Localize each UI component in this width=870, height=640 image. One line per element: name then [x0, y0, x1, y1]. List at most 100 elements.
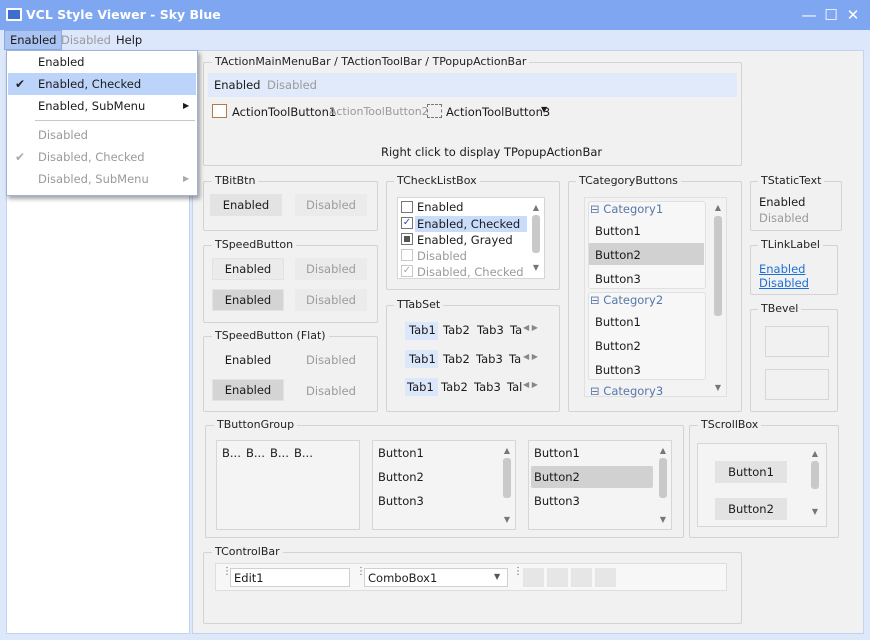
checkbox-3-grayed-icon[interactable] [401, 233, 413, 245]
link-enabled[interactable]: Enabled [759, 262, 805, 276]
speed-enabled-down-button[interactable]: Enabled [212, 289, 284, 311]
tabset2-tab1[interactable]: Tab1 [409, 352, 436, 366]
bg2-button2[interactable]: Button2 [534, 470, 580, 484]
action-tool-button-3[interactable]: ActionToolButton3 [446, 105, 550, 119]
edit1-input[interactable]: Edit1 [230, 568, 350, 587]
tabset1-tab4[interactable]: Ta [510, 323, 522, 337]
menu-item-enabled[interactable]: Enabled [8, 51, 196, 73]
check-icon: ✔ [15, 150, 26, 164]
flat-disabled-down-button[interactable]: Disabled [295, 381, 367, 401]
cat2-button2[interactable]: Button2 [595, 339, 641, 353]
checklist-item-2[interactable]: Enabled, Checked [417, 217, 520, 231]
bg1-button2[interactable]: Button2 [378, 470, 424, 484]
bg1-scroll-thumb[interactable] [503, 458, 511, 498]
menu-item-enabled-submenu[interactable]: Enabled, SubMenu [8, 95, 196, 117]
bg1-button1[interactable]: Button1 [378, 446, 424, 460]
tabset3-tab4[interactable]: Tal [507, 380, 522, 394]
toolbar-slot-1[interactable] [523, 568, 544, 587]
menu-enabled[interactable]: Enabled [4, 30, 63, 50]
dropdown-arrow-icon[interactable]: ▼ [541, 105, 547, 114]
tabset1-tab3[interactable]: Tab3 [477, 323, 504, 337]
speed-disabled-down-button[interactable]: Disabled [295, 289, 367, 311]
menu-item-disabled[interactable]: Disabled [8, 124, 196, 146]
checklist-scroll-thumb[interactable] [532, 215, 540, 253]
scroll-down-icon[interactable]: ▼ [810, 507, 820, 517]
toolbar-slot-2[interactable] [547, 568, 568, 587]
menu-item-disabled-checked[interactable]: Disabled, Checked [8, 146, 196, 168]
category2-header[interactable]: ⊟ Category2 [590, 293, 663, 307]
tabset1-tab2[interactable]: Tab2 [443, 323, 470, 337]
scroll-down-icon[interactable]: ▼ [531, 263, 541, 273]
bg2-button1[interactable]: Button1 [534, 446, 580, 460]
bg-compact-button-4[interactable]: B... [294, 446, 313, 460]
action-tool-button-1[interactable]: ActionToolButton1 [232, 105, 336, 119]
tabset3-tab3[interactable]: Tab3 [474, 380, 501, 394]
action-menu-enabled[interactable]: Enabled [214, 78, 260, 92]
tabset3-tab1[interactable]: Tab1 [407, 380, 434, 394]
bitbtn-enabled-button[interactable]: Enabled [210, 194, 282, 216]
scroll-up-icon[interactable]: ▲ [531, 203, 541, 213]
scroll-up-icon[interactable]: ▲ [713, 203, 723, 213]
tabset2-tab3[interactable]: Tab3 [476, 352, 503, 366]
maximize-button[interactable]: ☐ [822, 6, 840, 24]
scrollbox-button2[interactable]: Button2 [715, 498, 787, 520]
cat1-button1[interactable]: Button1 [595, 224, 641, 238]
bg2-button3[interactable]: Button3 [534, 494, 580, 508]
scroll-down-icon[interactable]: ▼ [658, 515, 668, 525]
tabset2-tab4[interactable]: Ta [509, 352, 521, 366]
checkbox-5-checked-icon[interactable]: ✓ [401, 265, 413, 277]
bg-compact-button-2[interactable]: B... [246, 446, 265, 460]
minimize-button[interactable]: — [800, 6, 818, 24]
tabset1-tab1[interactable]: Tab1 [409, 323, 436, 337]
category1-header[interactable]: ⊟ Category1 [590, 202, 663, 216]
checkbox-1[interactable] [401, 201, 413, 213]
flat-enabled-down-button[interactable]: Enabled [212, 379, 284, 401]
checklist-item-1[interactable]: Enabled [417, 200, 463, 214]
toolbar-slot-3[interactable] [571, 568, 592, 587]
bitbtn-disabled-button[interactable]: Disabled [295, 194, 367, 216]
scrollbox-button1[interactable]: Button1 [715, 461, 787, 483]
scrollbox-scroll-thumb[interactable] [811, 461, 819, 489]
checklist-item-4[interactable]: Disabled [417, 249, 467, 263]
action-tool-button-2[interactable]: ActionToolButton2 [329, 105, 429, 118]
cat2-button3[interactable]: Button3 [595, 363, 641, 377]
tabset3-tab2[interactable]: Tab2 [441, 380, 468, 394]
tabset2-tab2[interactable]: Tab2 [443, 352, 470, 366]
checklist-item-5[interactable]: Disabled, Checked [417, 265, 524, 279]
scroll-up-icon[interactable]: ▲ [658, 446, 668, 456]
speed-disabled-button[interactable]: Disabled [295, 258, 367, 280]
tab-scroll-icon[interactable]: ◀ ▶ [523, 323, 538, 332]
category-scroll-thumb[interactable] [714, 216, 722, 316]
flat-enabled-button[interactable]: Enabled [212, 350, 284, 370]
close-button[interactable]: ✕ [844, 6, 862, 24]
checkbox-2-checked-icon[interactable]: ✓ [401, 217, 413, 229]
bg1-button3[interactable]: Button3 [378, 494, 424, 508]
menu-disabled[interactable]: Disabled [56, 30, 116, 50]
combobox1[interactable]: ComboBox1 [364, 568, 508, 587]
speed-enabled-button[interactable]: Enabled [212, 258, 284, 280]
scroll-up-icon[interactable]: ▲ [502, 446, 512, 456]
tab-scroll-icon[interactable]: ◀ ▶ [523, 380, 538, 389]
scroll-down-icon[interactable]: ▼ [713, 383, 723, 393]
scroll-up-icon[interactable]: ▲ [810, 449, 820, 459]
bg-compact-button-3[interactable]: B... [270, 446, 289, 460]
menu-help[interactable]: Help [111, 30, 147, 50]
link-disabled[interactable]: Disabled [759, 276, 809, 290]
tab-scroll-icon[interactable]: ◀ ▶ [523, 352, 538, 361]
menu-item-enabled-checked[interactable]: Enabled, Checked [8, 73, 196, 95]
grip-icon[interactable]: ⋮ [513, 567, 523, 577]
category3-header[interactable]: ⊟ Category3 [590, 384, 663, 398]
bg2-scroll-thumb[interactable] [659, 458, 667, 498]
checklist-item-3[interactable]: Enabled, Grayed [417, 233, 513, 247]
cat1-button3[interactable]: Button3 [595, 272, 641, 286]
flat-disabled-button[interactable]: Disabled [295, 350, 367, 370]
toolbar-slot-4[interactable] [595, 568, 616, 587]
bg-compact-button-1[interactable]: B... [222, 446, 241, 460]
cat2-button1[interactable]: Button1 [595, 315, 641, 329]
cat1-button2[interactable]: Button2 [595, 248, 641, 262]
menu-item-disabled-submenu[interactable]: Disabled, SubMenu [8, 168, 196, 190]
checkbox-4[interactable] [401, 249, 413, 261]
action-menu-disabled[interactable]: Disabled [267, 78, 317, 92]
scroll-down-icon[interactable]: ▼ [502, 515, 512, 525]
chevron-down-icon[interactable]: ▼ [494, 572, 500, 581]
